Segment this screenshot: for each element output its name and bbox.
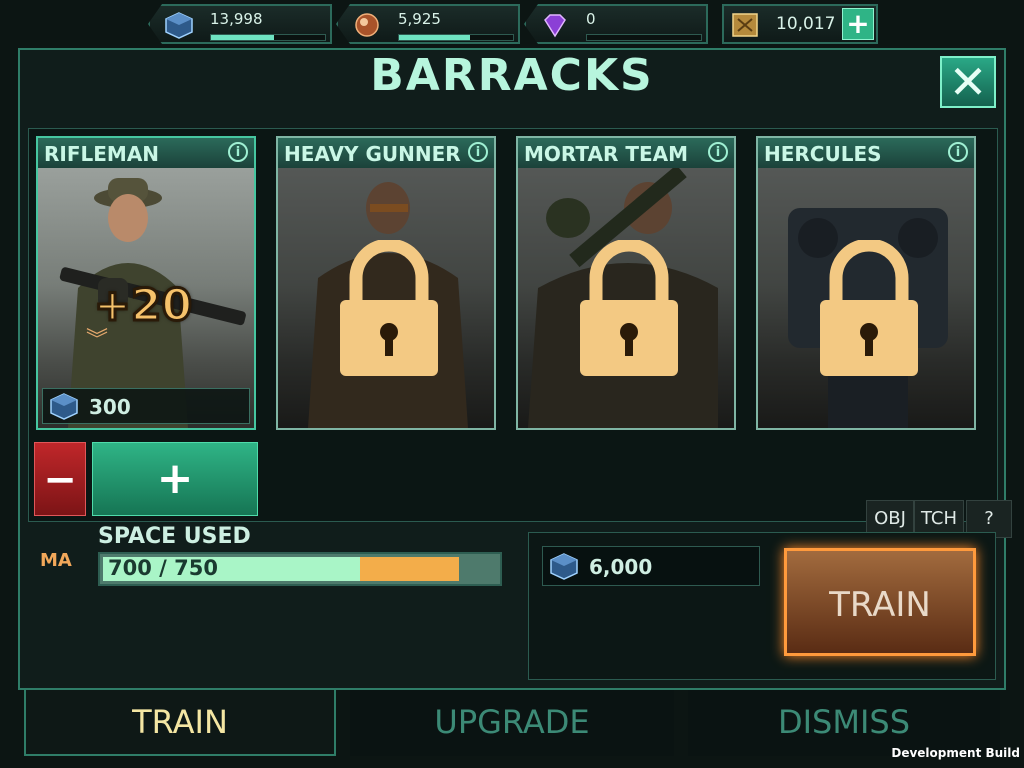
train-button[interactable]: TRAIN	[784, 548, 976, 656]
queued-count: +20	[92, 279, 193, 333]
lock-icon	[340, 240, 438, 376]
info-icon[interactable]: i	[948, 142, 968, 162]
unit-name: HERCULES	[758, 138, 974, 168]
medal-icon	[732, 13, 758, 37]
page-title: BARRACKS	[370, 50, 654, 101]
space-used-value: 700 / 750	[108, 556, 218, 580]
crystal-cube-icon	[50, 393, 78, 420]
info-icon[interactable]: i	[708, 142, 728, 162]
unit-card-mortar-team[interactable]: MORTAR TEAM i	[516, 136, 736, 430]
buy-medals-plus-button[interactable]: +	[842, 8, 874, 40]
lock-icon	[820, 240, 918, 376]
close-button[interactable]: ✕	[940, 56, 996, 108]
minus-icon: −	[43, 457, 77, 503]
ore-resource: 5,925	[336, 4, 520, 44]
crystal-resource: 13,998	[148, 4, 332, 44]
total-cost-value: 6,000	[589, 555, 653, 579]
total-cost: 6,000	[542, 546, 760, 586]
space-used-bar: 700 / 750	[98, 552, 502, 586]
crystal-cube-icon	[550, 553, 578, 580]
development-build-label: Development Build	[891, 746, 1020, 760]
unit-name: RIFLEMAN	[38, 138, 254, 168]
decrease-button[interactable]: −	[34, 442, 86, 516]
gem-amount: 0	[586, 10, 596, 28]
crystal-amount: 13,998	[210, 10, 263, 28]
medal-amount: 10,017	[776, 14, 836, 34]
medal-resource: 10,017 +	[722, 4, 878, 44]
tab-upgrade[interactable]: UPGRADE	[350, 690, 674, 756]
increase-button[interactable]: +	[92, 442, 258, 516]
unit-cost: 300	[42, 388, 250, 424]
info-icon[interactable]: i	[468, 142, 488, 162]
info-icon[interactable]: i	[228, 142, 248, 162]
ore-amount: 5,925	[398, 10, 441, 28]
unit-name: MORTAR TEAM	[518, 138, 734, 168]
crystal-progress	[210, 34, 326, 41]
unit-name: HEAVY GUNNER	[278, 138, 494, 168]
ore-progress	[398, 34, 514, 41]
gem-resource: 0	[524, 4, 708, 44]
rank-badge: MA	[40, 550, 72, 571]
space-used-label: SPACE USED	[98, 524, 251, 549]
train-button-label: TRAIN	[829, 585, 931, 625]
space-pending-fill	[360, 557, 459, 581]
tab-train[interactable]: TRAIN	[24, 690, 336, 756]
ore-orb-icon	[355, 13, 379, 37]
unit-card-heavy-gunner[interactable]: HEAVY GUNNER i	[276, 136, 496, 430]
unit-cost-value: 300	[89, 395, 131, 419]
gem-progress	[586, 34, 702, 41]
unit-card-hercules[interactable]: HERCULES i	[756, 136, 976, 430]
close-icon: ✕	[948, 55, 988, 109]
plus-icon: +	[156, 453, 194, 504]
lock-icon	[580, 240, 678, 376]
crystal-cube-icon	[165, 12, 193, 39]
purple-gem-icon	[544, 14, 566, 38]
